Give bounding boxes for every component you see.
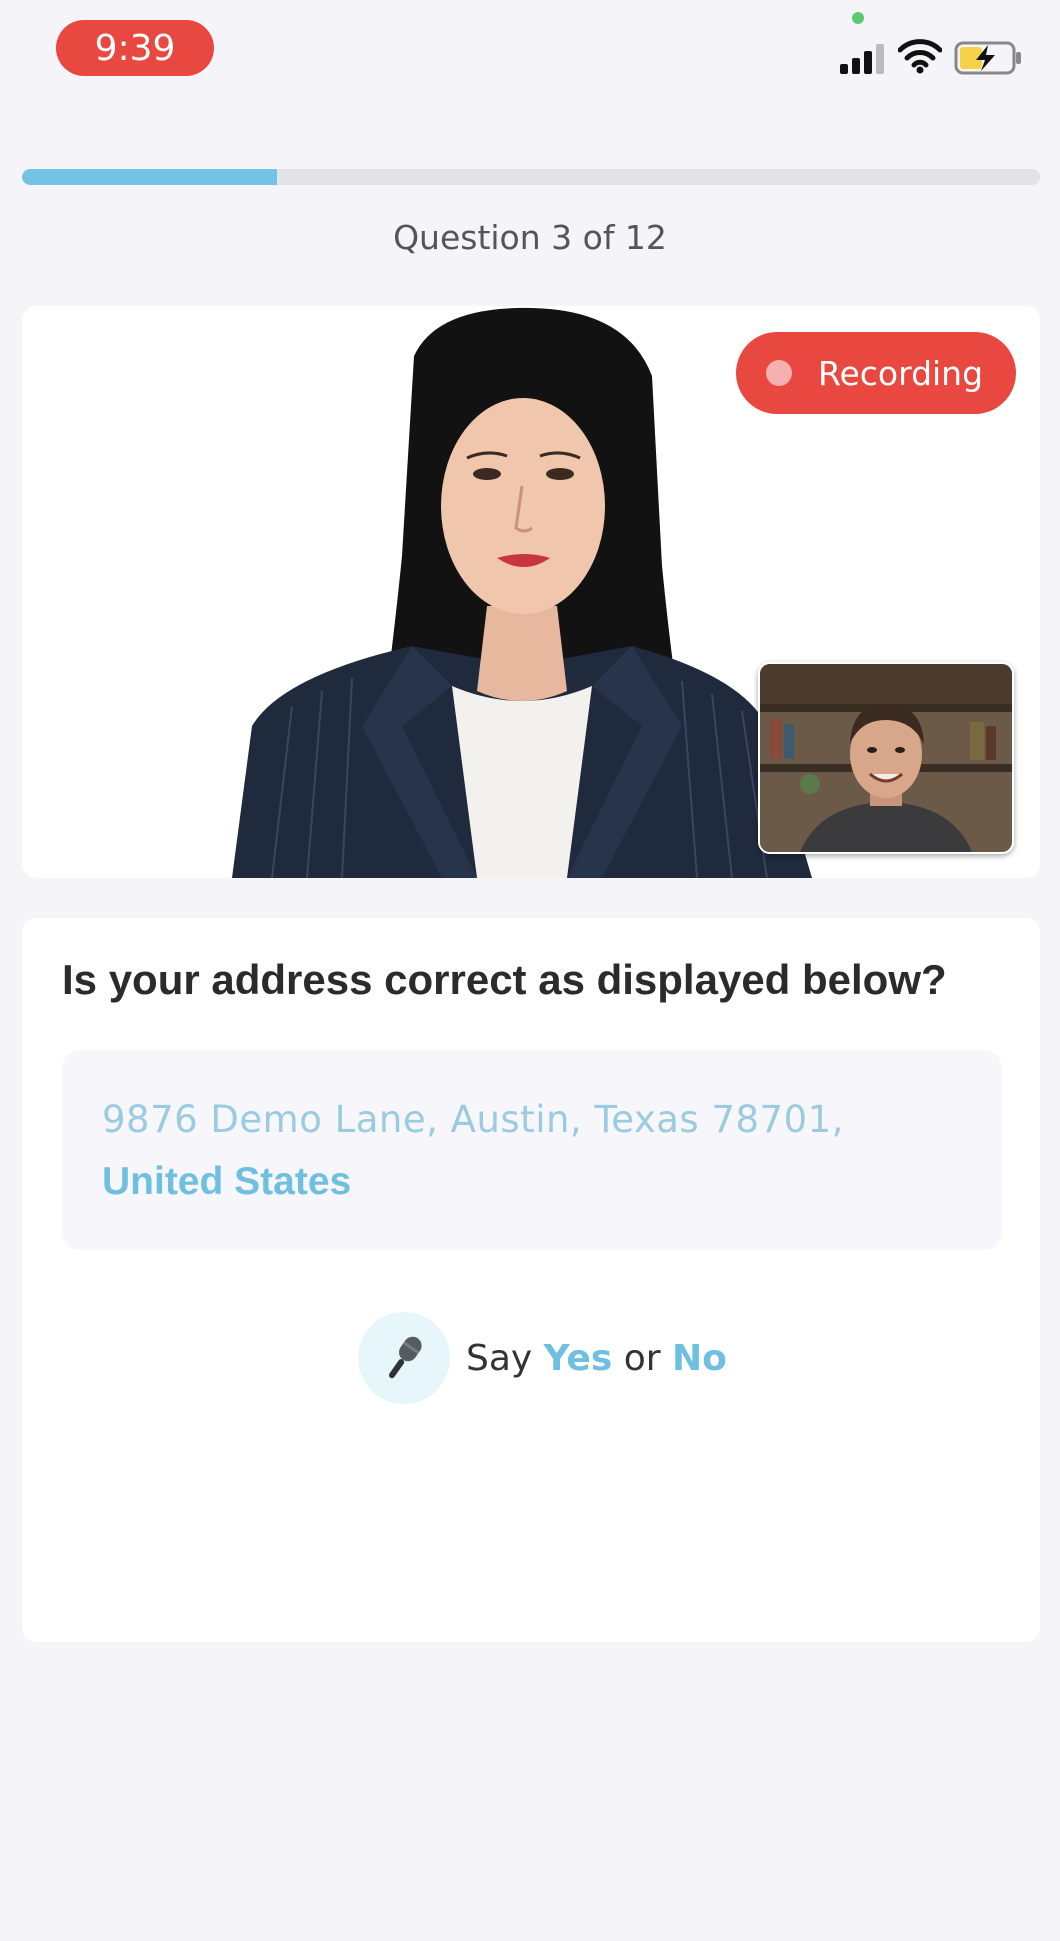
address-line-2: United States [102, 1160, 352, 1203]
question-counter: Question 3 of 12 [393, 218, 667, 257]
or-label: or [623, 1337, 661, 1379]
recording-badge: Recording [736, 332, 1016, 414]
video-card: Recording [22, 306, 1040, 878]
self-view-camera[interactable] [758, 662, 1014, 854]
progress-fill [22, 169, 277, 185]
microphone-button[interactable] [358, 1312, 450, 1404]
say-label: Say [466, 1337, 533, 1379]
address-line-1: 9876 Demo Lane, Austin, Texas 78701, [102, 1098, 844, 1141]
question-title: Is your address correct as displayed bel… [62, 956, 947, 1003]
status-time: 9:39 [56, 20, 214, 76]
recording-label: Recording [818, 353, 984, 393]
user-camera-preview [760, 664, 1012, 852]
battery-charging-icon [954, 41, 1021, 75]
no-option: No [672, 1337, 727, 1379]
signal-icon [840, 44, 884, 74]
voice-prompt: Say Yes or No [358, 1312, 727, 1404]
progress-bar [22, 169, 1040, 185]
yes-option: Yes [543, 1337, 613, 1379]
wifi-icon [898, 39, 942, 74]
camera-indicator-icon [852, 12, 864, 24]
microphone-icon [388, 1336, 422, 1379]
recording-dot-icon [766, 360, 792, 386]
question-card: Is your address correct as displayed bel… [22, 918, 1040, 1642]
address-box: 9876 Demo Lane, Austin, Texas 78701, Uni… [62, 1050, 1002, 1250]
